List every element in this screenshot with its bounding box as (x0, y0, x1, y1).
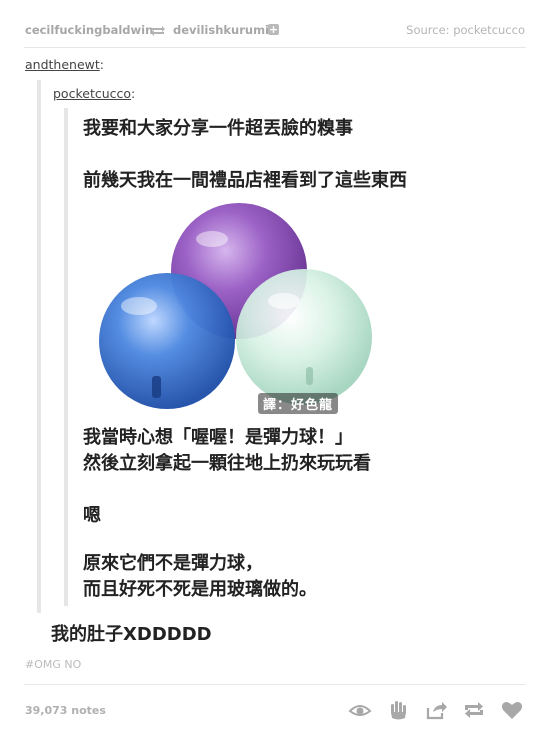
inner-quote-author: pocketcucco: (53, 86, 136, 101)
share-icon[interactable] (424, 698, 448, 722)
image-caption: 譯：好色龍 (258, 393, 339, 414)
post-paragraph: 我要和大家分享一件超丟臉的糗事 (83, 118, 353, 139)
plus-icon[interactable]: + (268, 24, 279, 35)
outer-author-link[interactable]: andthenewt (25, 57, 100, 72)
reblog-comment: 我的肚子XDDDDD (51, 624, 212, 645)
post-line: 我當時心想「喔喔！是彈力球！」 (83, 427, 353, 448)
reblog-arrow-icon (151, 26, 165, 36)
header-divider (24, 47, 526, 48)
post-line: 然後立刻拿起一顆往地上扔來玩玩看 (83, 453, 371, 474)
heart-icon[interactable] (500, 698, 524, 722)
source-link[interactable]: Source: pocketcucco (406, 23, 525, 37)
reblog-icon[interactable] (462, 698, 486, 722)
notes-count[interactable]: 39,073 notes (25, 704, 106, 717)
post-header: cecilfuckingbaldwin devilishkurumi + Sou… (0, 0, 550, 58)
post-line: 原來它們不是彈力球， (83, 553, 263, 574)
mint-ball (236, 269, 372, 405)
source-label: Source: (406, 23, 450, 37)
blue-ball (99, 273, 235, 409)
outer-quote-bar (37, 80, 41, 613)
post-tag[interactable]: #OMG NO (25, 658, 81, 671)
eye-icon[interactable] (348, 698, 372, 722)
glass-balls-image (99, 203, 372, 409)
outer-quote-author: andthenewt: (25, 57, 104, 72)
post-paragraph: 前幾天我在一間禮品店裡看到了這些東西 (83, 170, 407, 191)
hand-icon[interactable] (386, 698, 410, 722)
reblogger-username[interactable]: cecilfuckingbaldwin (25, 23, 153, 37)
reblogged-from-username[interactable]: devilishkurumi (173, 23, 269, 37)
footer-divider (24, 684, 526, 685)
post-actions (348, 698, 524, 722)
inner-quote-bar (64, 108, 68, 606)
source-username[interactable]: pocketcucco (453, 23, 525, 37)
post-line: 而且好死不死是用玻璃做的。 (83, 579, 317, 600)
inner-author-link[interactable]: pocketcucco (53, 86, 131, 101)
post-line: 嗯 (83, 505, 101, 526)
